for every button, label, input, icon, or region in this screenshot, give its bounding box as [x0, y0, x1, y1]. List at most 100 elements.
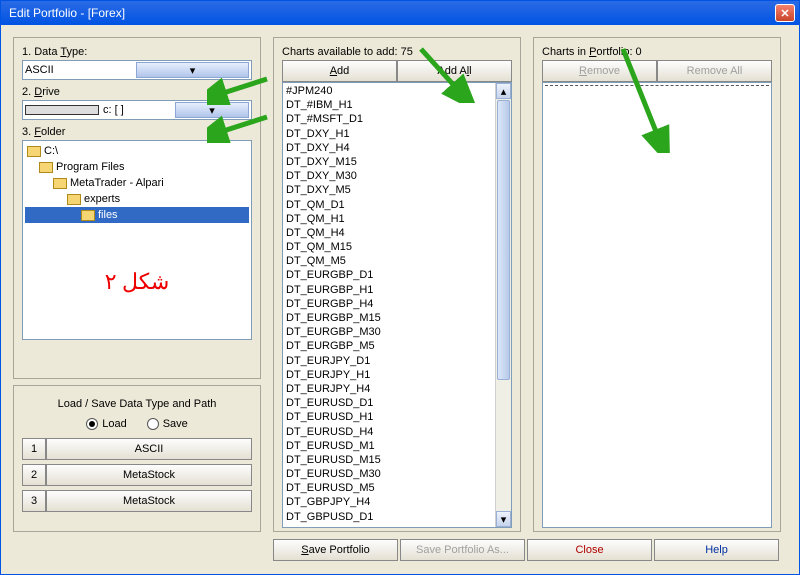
list-item[interactable]: DT_QM_D1	[286, 198, 508, 212]
list-item[interactable]: DT_EURUSD_M1	[286, 439, 508, 453]
preset-row: 2MetaStock	[22, 464, 252, 486]
scroll-thumb[interactable]	[497, 100, 510, 380]
preset-title: Load / Save Data Type and Path	[22, 398, 252, 410]
list-item[interactable]: DT_EURGBP_D1	[286, 268, 508, 282]
save-portfolio-button[interactable]: Save Portfolio	[273, 539, 398, 561]
add-button[interactable]: Add	[282, 60, 397, 82]
save-portfolio-as-button[interactable]: Save Portfolio As...	[400, 539, 525, 561]
list-item[interactable]: DT_EURGBP_H4	[286, 297, 508, 311]
chevron-down-icon[interactable]: ▾	[136, 62, 249, 78]
preset-row: 3MetaStock	[22, 490, 252, 512]
data-type-value: ASCII	[25, 64, 136, 76]
dialog-body: 1. Data Type: ASCII ▾ 2. Drive c: [ ] ▾ …	[1, 25, 799, 574]
list-item[interactable]: DT_EURGBP_M15	[286, 311, 508, 325]
list-item[interactable]: DT_QM_H4	[286, 226, 508, 240]
folder-tree[interactable]: C:\ Program Files MetaTrader - Alpari exper…	[22, 140, 252, 340]
bottom-button-bar: Save Portfolio Save Portfolio As... Clos…	[273, 539, 781, 565]
tree-item-label: files	[98, 209, 118, 221]
load-save-radio-group: Load Save	[22, 418, 252, 430]
list-item[interactable]: DT_EURUSD_H4	[286, 425, 508, 439]
list-item[interactable]: DT_QM_H1	[286, 212, 508, 226]
remove-button[interactable]: Remove	[542, 60, 657, 82]
data-type-label: 1. Data Type:	[22, 46, 252, 58]
load-radio[interactable]: Load	[86, 418, 126, 430]
remove-button-row: Remove Remove All	[542, 60, 772, 82]
tree-item[interactable]: C:\	[25, 143, 249, 159]
save-radio[interactable]: Save	[147, 418, 188, 430]
scroll-down-icon[interactable]: ▾	[496, 511, 511, 527]
window-title: Edit Portfolio - [Forex]	[5, 6, 775, 20]
scrollbar[interactable]: ▴ ▾	[495, 83, 511, 527]
list-item[interactable]: DT_DXY_M5	[286, 183, 508, 197]
data-type-combo[interactable]: ASCII ▾	[22, 60, 252, 80]
preset-number-button[interactable]: 1	[22, 438, 46, 460]
tree-item[interactable]: Program Files	[25, 159, 249, 175]
chevron-down-icon[interactable]: ▾	[175, 102, 249, 118]
list-item[interactable]: DT_QM_M15	[286, 240, 508, 254]
preset-panel: Load / Save Data Type and Path Load Save…	[13, 385, 261, 532]
list-item[interactable]: DT_EURJPY_H4	[286, 382, 508, 396]
close-icon[interactable]: ✕	[775, 4, 795, 22]
list-item[interactable]: DT_GBPJPY_H4	[286, 495, 508, 509]
preset-label-button[interactable]: MetaStock	[46, 490, 252, 512]
list-item[interactable]: DT_EURUSD_H1	[286, 410, 508, 424]
save-radio-label: Save	[163, 418, 188, 430]
list-item[interactable]: DT_EURUSD_M5	[286, 481, 508, 495]
list-item[interactable]: DT_EURJPY_D1	[286, 354, 508, 368]
list-item[interactable]: DT_DXY_H1	[286, 127, 508, 141]
scroll-up-icon[interactable]: ▴	[496, 83, 511, 99]
remove-all-button[interactable]: Remove All	[657, 60, 772, 82]
drive-label: 2. Drive	[22, 86, 252, 98]
close-button[interactable]: Close	[527, 539, 652, 561]
radio-icon	[86, 418, 98, 430]
help-button[interactable]: Help	[654, 539, 779, 561]
folder-icon	[67, 194, 81, 205]
list-item[interactable]: #JPM240	[286, 84, 508, 98]
list-item[interactable]: DT_DXY_H4	[286, 141, 508, 155]
available-header: Charts available to add: 75	[282, 46, 512, 58]
load-radio-label: Load	[102, 418, 126, 430]
tree-item-label: MetaTrader - Alpari	[70, 177, 164, 189]
list-item[interactable]: DT_EURGBP_M5	[286, 339, 508, 353]
list-item[interactable]: DT_#IBM_H1	[286, 98, 508, 112]
folder-icon	[39, 162, 53, 173]
portfolio-listbox[interactable]	[542, 82, 772, 528]
list-item[interactable]: DT_EURGBP_H1	[286, 283, 508, 297]
available-charts-panel: Charts available to add: 75 Add Add All …	[273, 37, 521, 532]
preset-label-button[interactable]: MetaStock	[46, 464, 252, 486]
folder-icon	[53, 178, 67, 189]
annotation-text: شكل ۲	[23, 269, 251, 295]
radio-icon	[147, 418, 159, 430]
preset-number-button[interactable]: 3	[22, 490, 46, 512]
tree-item-label: C:\	[44, 145, 58, 157]
tree-item-label: experts	[84, 193, 120, 205]
list-item[interactable]: DT_DXY_M30	[286, 169, 508, 183]
list-item[interactable]: DT_GBPUSD_D1	[286, 510, 508, 524]
tree-item-label: Program Files	[56, 161, 124, 173]
list-item[interactable]: DT_DXY_M15	[286, 155, 508, 169]
tree-item[interactable]: experts	[25, 191, 249, 207]
folder-icon	[81, 210, 95, 221]
list-item[interactable]: DT_EURJPY_H1	[286, 368, 508, 382]
tree-item[interactable]: MetaTrader - Alpari	[25, 175, 249, 191]
folder-label: 3. Folder	[22, 126, 252, 138]
data-path-panel: 1. Data Type: ASCII ▾ 2. Drive c: [ ] ▾ …	[13, 37, 261, 379]
drive-value: c: [ ]	[103, 104, 175, 116]
tree-item[interactable]: files	[25, 207, 249, 223]
list-item[interactable]: DT_EURUSD_D1	[286, 396, 508, 410]
window-titlebar: Edit Portfolio - [Forex] ✕	[1, 1, 799, 25]
portfolio-header: Charts in Portfolio: 0	[542, 46, 772, 58]
list-item[interactable]: DT_EURUSD_M30	[286, 467, 508, 481]
portfolio-charts-panel: Charts in Portfolio: 0 Remove Remove All	[533, 37, 781, 532]
list-item[interactable]: DT_#MSFT_D1	[286, 112, 508, 126]
available-listbox[interactable]: #JPM240DT_#IBM_H1DT_#MSFT_D1DT_DXY_H1DT_…	[282, 82, 512, 528]
preset-row: 1ASCII	[22, 438, 252, 460]
preset-label-button[interactable]: ASCII	[46, 438, 252, 460]
preset-number-button[interactable]: 2	[22, 464, 46, 486]
drive-combo[interactable]: c: [ ] ▾	[22, 100, 252, 120]
list-item[interactable]: DT_EURUSD_M15	[286, 453, 508, 467]
list-item[interactable]: DT_EURGBP_M30	[286, 325, 508, 339]
add-button-row: Add Add All	[282, 60, 512, 82]
list-item[interactable]: DT_QM_M5	[286, 254, 508, 268]
add-all-button[interactable]: Add All	[397, 60, 512, 82]
